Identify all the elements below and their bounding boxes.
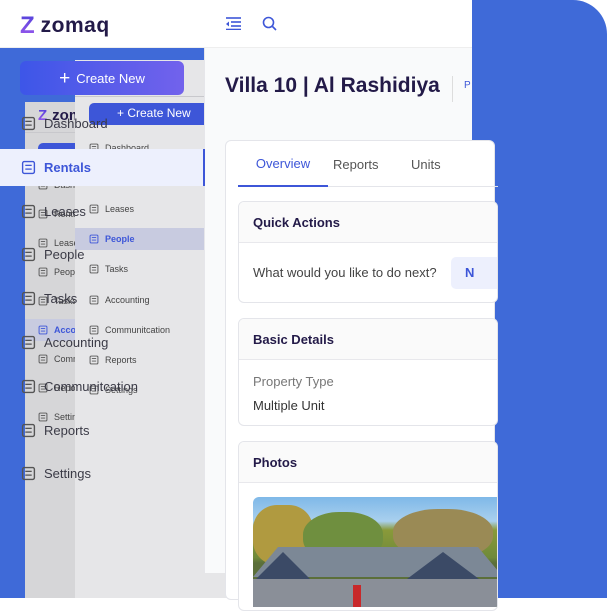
tab-units[interactable]: Units xyxy=(411,141,441,187)
quick-actions-title: Quick Actions xyxy=(239,202,497,243)
sidebar-item-accounting[interactable]: Accounting xyxy=(0,324,205,361)
photos-title: Photos xyxy=(239,442,497,483)
tab-reports[interactable]: Reports xyxy=(333,141,379,187)
sidebar-item-label: Tasks xyxy=(44,291,78,307)
sidebar-item-label: Dashboard xyxy=(44,116,108,131)
property-photo[interactable] xyxy=(253,497,497,607)
sidebar-item-communitcation[interactable]: Communitcation xyxy=(0,368,205,405)
sidebar-item-label: Leases xyxy=(44,203,86,219)
building-icon xyxy=(21,160,36,175)
sidebar-item-people[interactable]: People xyxy=(0,236,205,273)
quick-actions-section: Quick Actions What would you like to do … xyxy=(238,201,498,303)
clipboard-icon xyxy=(21,291,36,306)
tab-overview[interactable]: Overview xyxy=(238,141,328,187)
lease-icon xyxy=(21,204,36,219)
sidebar-item-label: Settings xyxy=(44,466,91,482)
create-new-button[interactable]: + Create New xyxy=(20,61,184,95)
logo-text: zomaq xyxy=(40,14,110,37)
property-type-label: Property Type xyxy=(253,374,334,389)
basic-details-section: Basic Details Property Type Multiple Uni… xyxy=(238,318,498,426)
page-title: Villa 10 | Al Rashidiya xyxy=(225,74,440,97)
sidebar-item-settings[interactable]: Settings xyxy=(0,455,205,492)
sidebar-item-label: Rentals xyxy=(44,159,91,175)
sidebar-item-label: People xyxy=(44,247,85,263)
create-new-label: Create New xyxy=(76,70,145,86)
menu-collapse-icon[interactable] xyxy=(225,17,241,30)
property-card: Overview Reports Units Quick Actions Wha… xyxy=(225,140,498,611)
sidebar-item-tasks[interactable]: Tasks xyxy=(0,280,205,317)
property-type-value: Multiple Unit xyxy=(253,398,325,413)
basic-details-title: Basic Details xyxy=(239,319,497,360)
tabs: Overview Reports Units xyxy=(238,141,498,187)
plus-icon: + xyxy=(59,67,71,89)
title-divider xyxy=(452,76,453,102)
dashboard-icon xyxy=(21,116,36,131)
logo: Z zomaq xyxy=(20,12,110,40)
quick-action-button[interactable]: N xyxy=(451,257,497,289)
people-icon xyxy=(21,247,36,262)
logo-mark: Z xyxy=(20,12,35,39)
accounting-icon xyxy=(21,335,36,350)
sidebar-item-rentals[interactable]: Rentals xyxy=(0,148,205,186)
sidebar: + Create New Dashboard Rentals Leases Peopl… xyxy=(0,48,205,573)
sidebar-item-label: Reports xyxy=(44,422,90,438)
report-icon xyxy=(21,423,36,438)
title-extra-link[interactable]: P xyxy=(464,80,471,91)
top-header: Z zomaq xyxy=(0,0,472,48)
main-content: Villa 10 | Al Rashidiya P Overview Repor… xyxy=(205,48,498,611)
megaphone-icon xyxy=(21,379,36,394)
sidebar-item-leases[interactable]: Leases xyxy=(0,193,205,230)
gear-icon xyxy=(21,466,36,481)
quick-actions-prompt: What would you like to do next? xyxy=(253,265,437,280)
sidebar-item-reports[interactable]: Reports xyxy=(0,412,205,449)
app-window: Z zomaq + Create New Dashboard Rentals Lea… xyxy=(0,0,498,611)
photos-section: Photos xyxy=(238,441,498,611)
sidebar-item-label: Communitcation xyxy=(44,378,138,394)
sidebar-item-dashboard[interactable]: Dashboard xyxy=(0,105,205,142)
search-icon[interactable] xyxy=(262,16,277,31)
sidebar-item-label: Accounting xyxy=(44,335,109,350)
